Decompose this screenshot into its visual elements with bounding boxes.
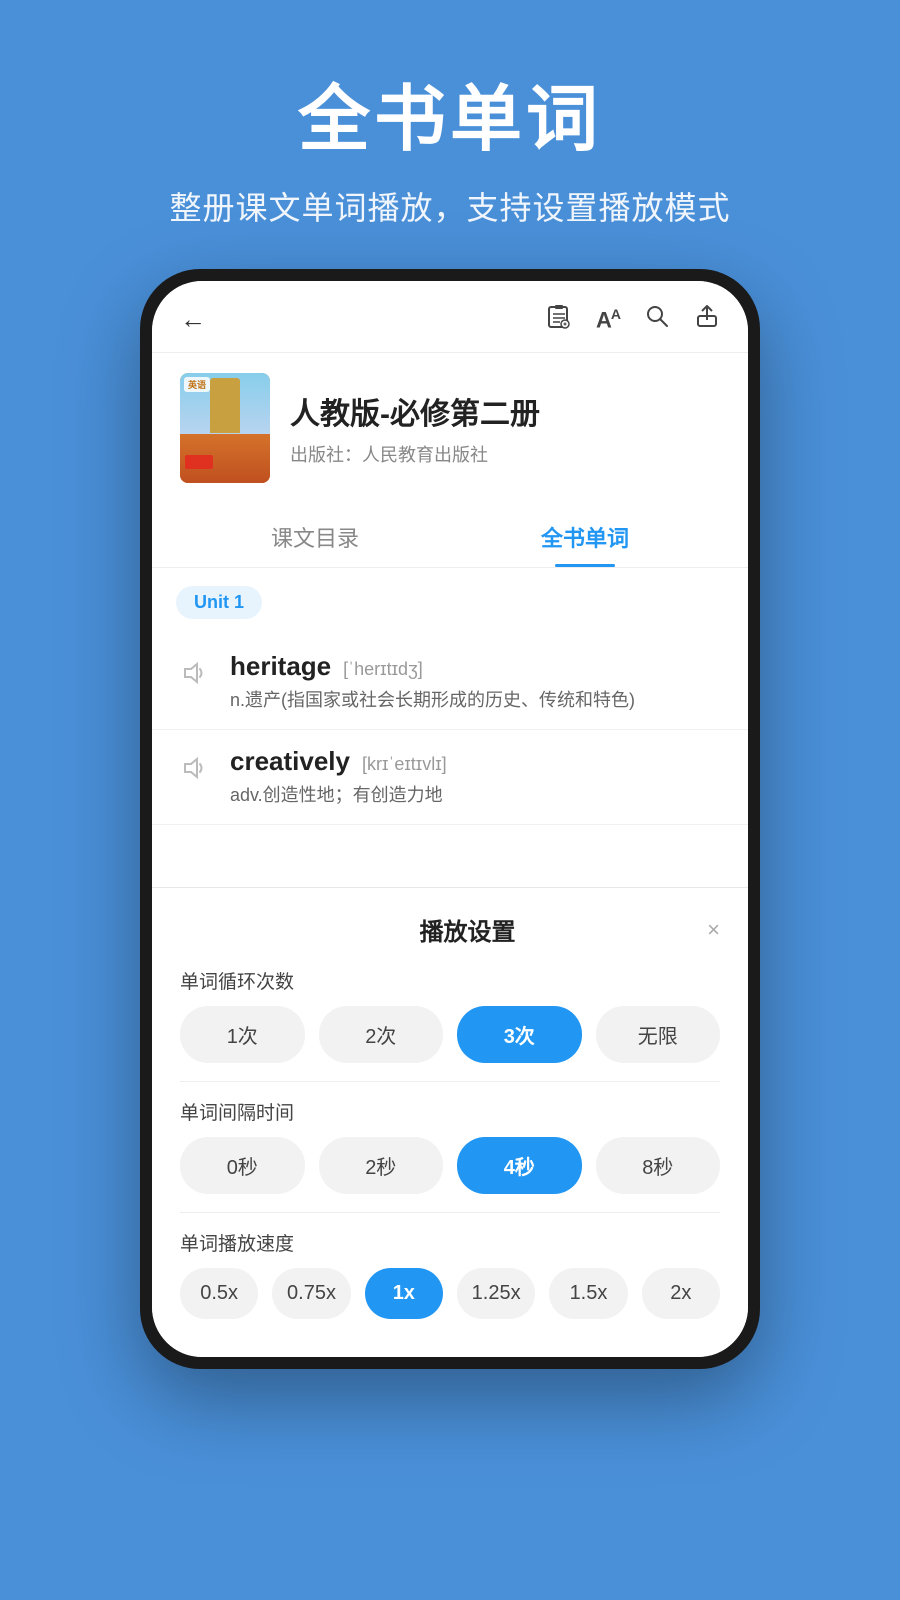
divider-1 xyxy=(180,1081,720,1082)
back-button[interactable]: ← xyxy=(180,304,206,335)
word-content-creatively: creatively [krɪˈeɪtɪvlɪ] adv.创造性地；有创造力地 xyxy=(230,746,724,808)
top-banner: 全书单词 整册课文单词播放，支持设置播放模式 xyxy=(0,0,900,269)
settings-header: 播放设置 × xyxy=(180,912,720,947)
word-item-heritage: heritage [ˈherɪtɪdʒ] n.遗产(指国家或社会长期形成的历史、… xyxy=(152,635,748,730)
speaker-icon-heritage[interactable] xyxy=(176,655,212,691)
word-cn-creatively: adv.创造性地；有创造力地 xyxy=(230,783,724,808)
loop-1-button[interactable]: 1次 xyxy=(180,1006,305,1063)
speed-15-button[interactable]: 1.5x xyxy=(549,1268,627,1319)
loop-2-button[interactable]: 2次 xyxy=(319,1006,444,1063)
word-en-heritage: heritage xyxy=(230,651,331,682)
speed-2-button[interactable]: 2x xyxy=(642,1268,720,1319)
book-header: 英语 人教版-必修第二册 出版社：人民教育出版社 xyxy=(152,353,748,503)
speaker-icon-creatively[interactable] xyxy=(176,750,212,786)
speed-05-button[interactable]: 0.5x xyxy=(180,1268,258,1319)
book-title: 人教版-必修第二册 xyxy=(290,389,720,433)
font-size-icon[interactable]: AA xyxy=(596,306,620,333)
loop-3-button[interactable]: 3次 xyxy=(457,1006,582,1063)
loop-count-options: 1次 2次 3次 无限 xyxy=(180,1006,720,1063)
book-info: 人教版-必修第二册 出版社：人民教育出版社 xyxy=(290,389,720,467)
speed-label: 单词播放速度 xyxy=(180,1229,720,1256)
speed-125-button[interactable]: 1.25x xyxy=(457,1268,535,1319)
clipboard-icon[interactable] xyxy=(546,303,572,336)
word-item-creatively: creatively [krɪˈeɪtɪvlɪ] adv.创造性地；有创造力地 xyxy=(152,730,748,825)
word-list: Unit 1 heritage [ˈherɪtɪdʒ] n.遗产(指国家或社会长… xyxy=(152,568,748,887)
interval-0-button[interactable]: 0秒 xyxy=(180,1137,305,1194)
interval-8-button[interactable]: 8秒 xyxy=(596,1137,721,1194)
interval-2-button[interactable]: 2秒 xyxy=(319,1137,444,1194)
phone-mockup: ← AA xyxy=(140,269,760,1369)
unit-badge: Unit 1 xyxy=(176,586,262,619)
settings-panel: 播放设置 × 单词循环次数 1次 2次 3次 无限 单词间隔时间 0秒 2秒 4… xyxy=(152,887,748,1357)
banner-subtitle: 整册课文单词播放，支持设置播放模式 xyxy=(169,183,730,229)
tab-catalogue[interactable]: 课文目录 xyxy=(180,503,450,567)
settings-title: 播放设置 xyxy=(228,912,707,947)
interval-options: 0秒 2秒 4秒 8秒 xyxy=(180,1137,720,1194)
word-phonetic-creatively: [krɪˈeɪtɪvlɪ] xyxy=(362,754,447,775)
word-content-heritage: heritage [ˈherɪtɪdʒ] n.遗产(指国家或社会长期形成的历史、… xyxy=(230,651,724,713)
book-cover: 英语 xyxy=(180,373,270,483)
share-icon[interactable] xyxy=(694,303,720,336)
loop-unlimited-button[interactable]: 无限 xyxy=(596,1006,721,1063)
word-en-creatively: creatively xyxy=(230,746,350,777)
word-phonetic-heritage: [ˈherɪtɪdʒ] xyxy=(343,659,423,680)
speed-options: 0.5x 0.75x 1x 1.25x 1.5x 2x xyxy=(180,1268,720,1319)
banner-title: 全书单词 xyxy=(298,60,602,165)
phone-screen: ← AA xyxy=(152,281,748,1357)
search-icon[interactable] xyxy=(644,303,670,336)
word-cn-heritage: n.遗产(指国家或社会长期形成的历史、传统和特色) xyxy=(230,688,724,713)
interval-4-button[interactable]: 4秒 xyxy=(457,1137,582,1194)
book-publisher: 出版社：人民教育出版社 xyxy=(290,441,720,467)
tabs: 课文目录 全书单词 xyxy=(152,503,748,568)
speed-075-button[interactable]: 0.75x xyxy=(272,1268,350,1319)
speed-1-button[interactable]: 1x xyxy=(365,1268,443,1319)
tab-words[interactable]: 全书单词 xyxy=(450,503,720,567)
phone-topbar: ← AA xyxy=(152,281,748,353)
settings-close-button[interactable]: × xyxy=(707,917,720,943)
divider-2 xyxy=(180,1212,720,1213)
loop-count-label: 单词循环次数 xyxy=(180,967,720,994)
interval-label: 单词间隔时间 xyxy=(180,1098,720,1125)
topbar-icons: AA xyxy=(546,303,720,336)
